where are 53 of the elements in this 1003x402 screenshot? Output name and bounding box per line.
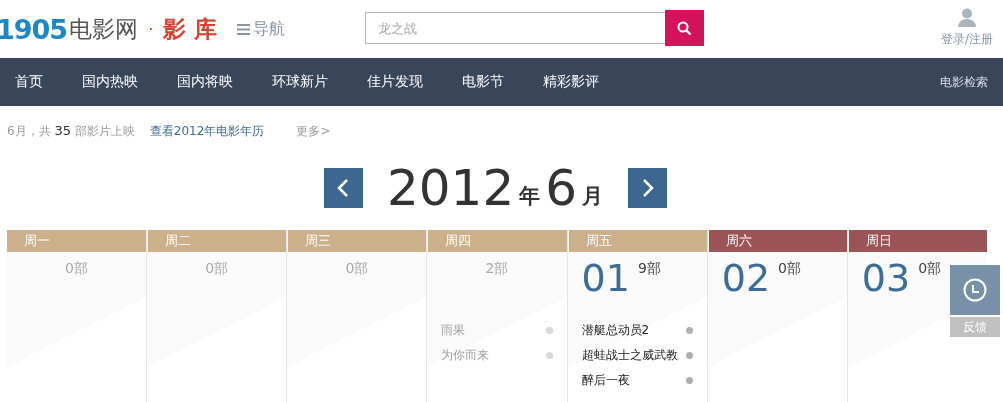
section-title: 影 库 <box>163 14 218 44</box>
day-number: 01 <box>581 256 630 300</box>
dot-icon <box>545 352 553 359</box>
weekday-header: 周四 <box>427 230 567 252</box>
separator-dot: · <box>148 19 154 39</box>
logo-text[interactable]: 电影网 <box>69 13 139 45</box>
menu-icon <box>237 23 251 35</box>
nav-item[interactable]: 国内热映 <box>82 73 138 91</box>
nav-link[interactable]: 电影检索 <box>940 73 988 91</box>
day-number: 02 <box>721 256 771 300</box>
month-unit: 月 <box>582 183 604 210</box>
movie-count: 9部 <box>637 260 661 278</box>
month-number: 6 <box>545 162 578 214</box>
clock-icon <box>963 278 987 302</box>
movie-link[interactable]: 潜艇总动员2 <box>581 318 693 343</box>
nav-item[interactable]: 电影节 <box>462 73 504 91</box>
movie-count: 0部 <box>65 260 89 278</box>
history-button[interactable] <box>950 265 1000 315</box>
year-number: 2012 <box>386 162 515 214</box>
calendar-link[interactable]: 查看2012年电影年历 <box>149 122 265 140</box>
dot-icon <box>685 352 693 359</box>
dot-icon <box>545 327 553 334</box>
movie-count: 2部 <box>485 260 509 278</box>
search-icon <box>677 20 693 36</box>
weekday-header: 周日 <box>847 230 987 252</box>
movie-count: 0部 <box>918 260 942 278</box>
day-number: 03 <box>861 256 911 300</box>
weekday-header: 周六 <box>707 230 847 252</box>
weekday-header: 周三 <box>287 230 427 252</box>
movie-count: 0部 <box>205 260 229 278</box>
search-field[interactable]: 龙之战 <box>365 12 666 44</box>
nav-item[interactable]: 佳片发现 <box>367 73 423 91</box>
nav-item[interactable]: 首页 <box>15 73 43 91</box>
chevron-right-icon <box>641 178 654 198</box>
year-unit: 年 <box>519 183 541 210</box>
next-month-button[interactable] <box>628 168 668 208</box>
user-icon <box>957 8 976 27</box>
weekday-header: 周一 <box>7 230 147 252</box>
movie-link[interactable]: 超蛙战士之威武教 <box>581 343 693 368</box>
weekday-header: 周五 <box>567 230 707 252</box>
weekday-header: 周二 <box>147 230 287 252</box>
dot-icon <box>685 327 693 334</box>
movie-link[interactable]: 醉后一夜 <box>581 368 693 393</box>
movie-count: 0部 <box>778 260 801 278</box>
search-button[interactable] <box>665 10 705 46</box>
movie-count: 0部 <box>345 260 369 278</box>
month-summary: 6月，共 35 部影片上映 <box>7 122 135 140</box>
previous-month-button[interactable] <box>323 168 363 208</box>
nav-item[interactable]: 精彩影评 <box>543 73 599 91</box>
nav-item[interactable]: 环球新片 <box>272 73 328 91</box>
dot-icon <box>685 377 693 384</box>
nav-item[interactable]: 国内将映 <box>177 73 233 91</box>
chevron-left-icon <box>337 178 350 198</box>
